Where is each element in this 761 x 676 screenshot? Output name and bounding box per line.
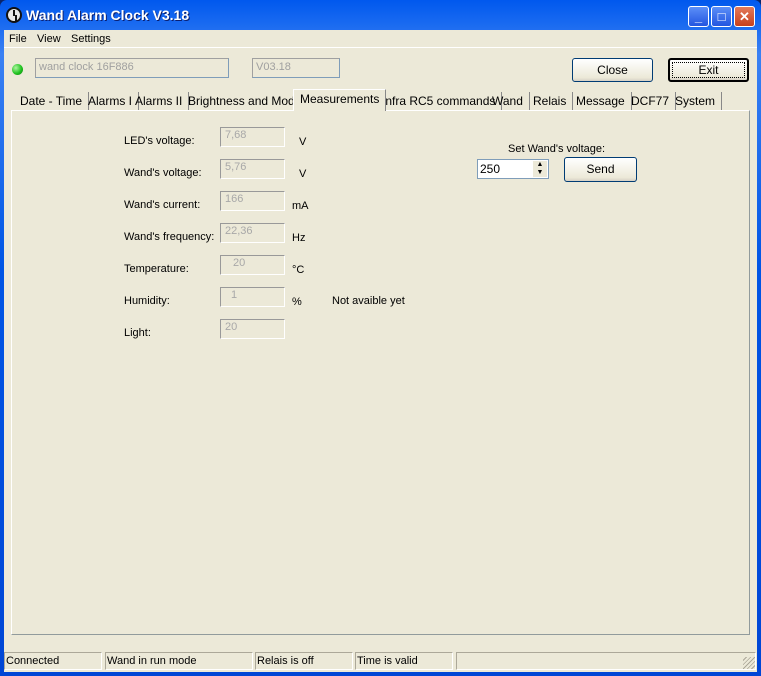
status-wand-mode: Wand in run mode (105, 652, 253, 670)
humidity-note: Not avaible yet (332, 295, 405, 307)
status-time: Time is valid (355, 652, 453, 670)
app-window: Wand Alarm Clock V3.18 _ □ ✕ File View S… (0, 0, 761, 676)
led-voltage-label: LED's voltage: (124, 135, 195, 147)
wand-current-label: Wand's current: (124, 199, 201, 211)
wand-current-field: 166 (220, 191, 285, 211)
wand-voltage-unit: V (299, 168, 307, 180)
light-field: 20 (220, 319, 285, 339)
wand-frequency-field: 22,36 (220, 223, 285, 243)
wand-frequency-unit: Hz (292, 232, 306, 244)
tab-infra-rc5[interactable]: Infra RC5 commands (376, 92, 503, 110)
client-area: File View Settings wand clock 16F886 V03… (4, 30, 757, 672)
menu-view[interactable]: View (37, 33, 61, 45)
measurements-panel: LED's voltage: 7,68 V Wand's voltage: 5,76 V… (11, 110, 750, 635)
led-voltage-field: 7,68 (220, 127, 285, 147)
temperature-unit: °C (292, 264, 305, 276)
tab-message[interactable]: Message (570, 92, 632, 110)
maximize-button[interactable]: □ (711, 6, 732, 27)
close-window-button[interactable]: ✕ (734, 6, 755, 27)
set-voltage-spinner[interactable]: 250 ▲ ▼ (477, 159, 549, 179)
tab-brightness-mode[interactable]: Brightness and Mode (182, 92, 309, 110)
tab-relais[interactable]: Relais (527, 92, 574, 110)
version-field: V03.18 (252, 58, 340, 78)
title-bar[interactable]: Wand Alarm Clock V3.18 _ □ ✕ (0, 0, 761, 30)
device-name-field: wand clock 16F886 (35, 58, 229, 78)
wand-voltage-label: Wand's voltage: (124, 167, 202, 179)
close-button[interactable]: Close (572, 58, 653, 82)
connection-led-icon (12, 64, 23, 75)
tab-alarms-ii[interactable]: Alarms II (129, 92, 190, 110)
spin-up-icon[interactable]: ▲ (533, 161, 547, 169)
humidity-field: 1 (220, 287, 285, 307)
menu-file[interactable]: File (9, 33, 27, 45)
tab-date-time[interactable]: Date - Time (14, 92, 90, 110)
minimize-button[interactable]: _ (688, 6, 709, 27)
set-voltage-input[interactable]: 250 (480, 162, 500, 176)
clock-icon (6, 7, 22, 23)
set-voltage-label: Set Wand's voltage: (508, 143, 606, 155)
status-relais: Relais is off (255, 652, 353, 670)
light-label: Light: (124, 327, 151, 339)
humidity-unit: % (292, 296, 302, 308)
menu-settings[interactable]: Settings (71, 33, 111, 45)
humidity-label: Humidity: (124, 295, 170, 307)
spin-down-icon[interactable]: ▼ (533, 169, 547, 177)
exit-button[interactable]: Exit (668, 58, 749, 82)
wand-frequency-label: Wand's frequency: (124, 231, 215, 243)
temperature-label: Temperature: (124, 263, 189, 275)
status-connection: Connected (4, 652, 102, 670)
send-button[interactable]: Send (564, 157, 637, 182)
tab-wand[interactable]: Wand (486, 92, 530, 110)
temperature-field: 20 (220, 255, 285, 275)
wand-current-unit: mA (292, 200, 309, 212)
tab-measurements[interactable]: Measurements (293, 89, 387, 111)
resize-grip-icon[interactable] (743, 657, 755, 669)
wand-voltage-field: 5,76 (220, 159, 285, 179)
window-title: Wand Alarm Clock V3.18 (26, 7, 190, 23)
menu-bar: File View Settings (4, 30, 757, 48)
led-voltage-unit: V (299, 136, 307, 148)
status-extra (456, 652, 756, 670)
tab-system[interactable]: System (669, 92, 723, 110)
